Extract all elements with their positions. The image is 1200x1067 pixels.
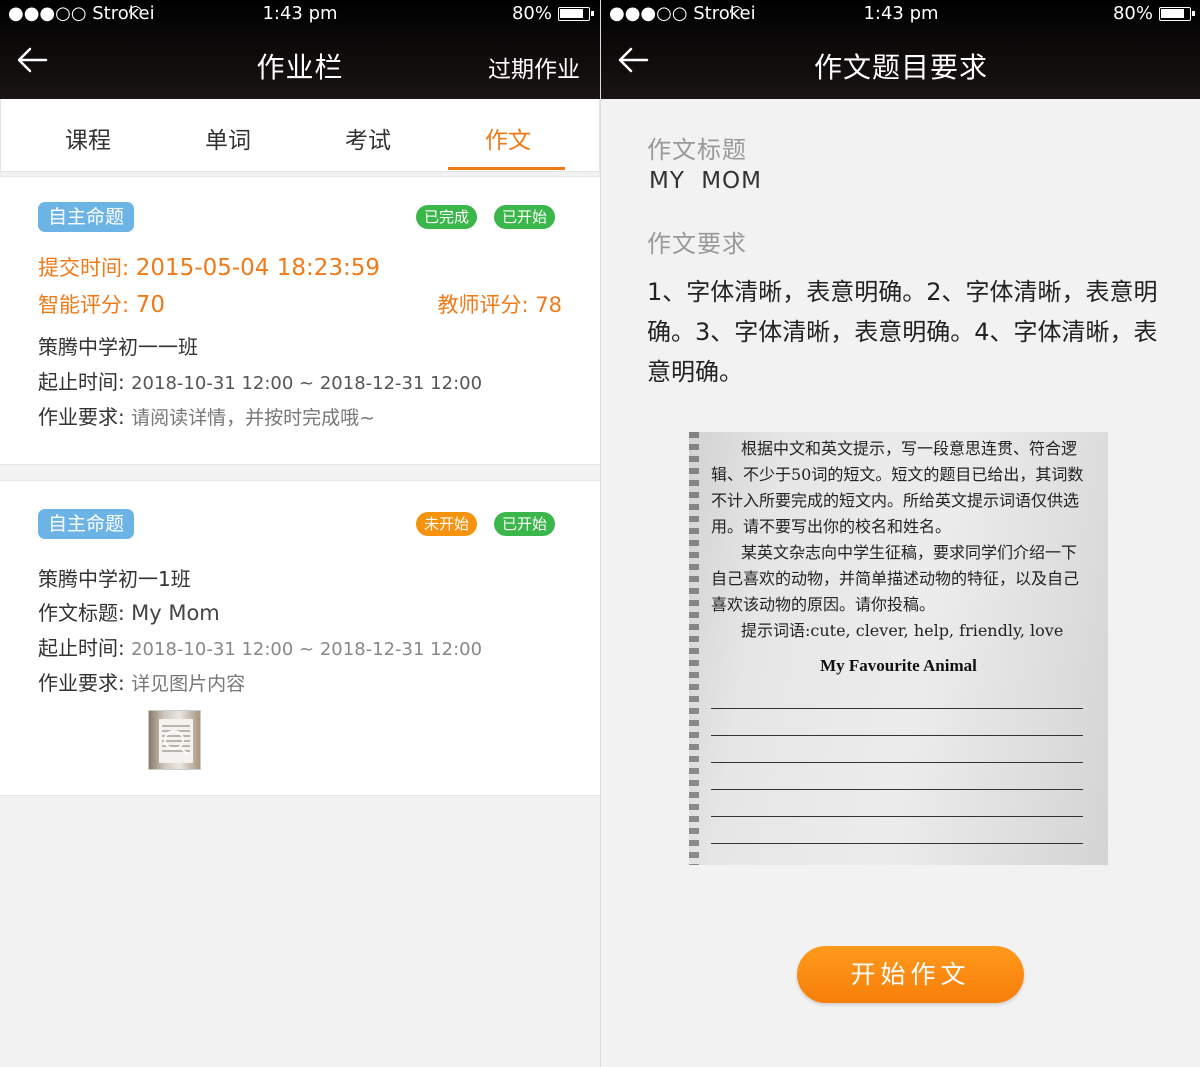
binding-edge (689, 432, 699, 865)
teacher-score-row: 教师评分: 78 (438, 289, 563, 319)
attachment-thumbnail[interactable] (148, 710, 201, 770)
submit-time-label: 提交时间: (38, 256, 130, 280)
start-writing-button[interactable]: 开始作文 (797, 946, 1024, 1003)
class-name: 策腾中学初一1班 (38, 567, 191, 591)
status-badge-started: 已开始 (494, 205, 556, 229)
nav-bar: 作文题目要求 (601, 28, 1200, 99)
teacher-score-value: 78 (535, 293, 562, 317)
photo-hint-words: 提示词语:cute, clever, help, friendly, love (741, 621, 1064, 640)
essay-title-label: 作文标题: (38, 601, 125, 625)
tab-bar: 课程 单词 考试 作文 (0, 99, 600, 172)
writing-line (711, 843, 1083, 844)
battery-percent: 80% (1112, 3, 1153, 24)
homework-card[interactable]: 自主命题 已完成 已开始 提交时间: 2015-05-04 18:23:59 智… (0, 176, 600, 465)
expired-homework-link[interactable]: 过期作业 (488, 50, 580, 84)
submit-time-row: 提交时间: 2015-05-04 18:23:59 (38, 252, 380, 282)
requirement-value: 详见图片内容 (131, 673, 246, 695)
requirement-photo[interactable]: 根据中文和英文提示，写一段意思连贯、符合逻辑、不少于50词的短文。短文的题目已给… (689, 432, 1108, 865)
essay-requirement-text: 1、字体清晰，表意明确。2、字体清晰，表意明确。3、字体清晰，表意明确。4、字体… (647, 278, 1158, 386)
period-row: 起止时间: 2018-10-31 12:00 ~ 2018-12-31 12:0… (38, 632, 482, 661)
tab-words[interactable]: 单词 (205, 121, 251, 155)
ai-score-row: 智能评分: 70 (38, 289, 165, 319)
writing-line (711, 789, 1083, 790)
ai-score-value: 70 (135, 292, 166, 318)
essay-requirement-screen: ●●●○○ Strokei ◠ 1:43 pm 80% 作文题目要求 作文标题 … (600, 0, 1200, 1067)
essay-requirement-label: 作文要求 (647, 230, 747, 258)
status-bar: ●●●○○ Strokei ◠ 1:43 pm 80% (601, 0, 1200, 28)
status-badge-not-started: 未开始 (416, 512, 478, 536)
homework-card[interactable]: 自主命题 未开始 已开始 策腾中学初一1班 作文标题: My Mom 起止时间:… (0, 480, 600, 796)
submit-time-value: 2015-05-04 18:23:59 (135, 255, 381, 281)
requirement-label: 作业要求: (38, 671, 125, 695)
period-label: 起止时间: (38, 636, 125, 660)
homework-list-screen: ●●●○○ Strokei ◠ 1:43 pm 80% 作业栏 过期作业 课程 … (0, 0, 600, 1067)
active-tab-indicator (448, 167, 565, 170)
essay-title-row: 作文标题: My Mom (38, 597, 220, 626)
topic-tag: 自主命题 (38, 509, 135, 539)
essay-title-label: 作文标题 (647, 136, 747, 164)
writing-line (711, 816, 1083, 817)
tab-essay[interactable]: 作文 (485, 121, 531, 155)
period-row: 起止时间: 2018-10-31 12:00 ~ 2018-12-31 12:0… (38, 366, 482, 395)
writing-line (711, 735, 1083, 736)
period-value: 2018-10-31 12:00 ~ 2018-12-31 12:00 (131, 373, 483, 394)
requirement-value: 请阅读详情，并按时完成哦~ (131, 407, 376, 429)
requirement-label: 作业要求: (38, 405, 125, 429)
period-value: 2018-10-31 12:00 ~ 2018-12-31 12:00 (131, 639, 483, 660)
teacher-score-label: 教师评分: (437, 293, 529, 317)
period-label: 起止时间: (38, 370, 125, 394)
requirement-row: 作业要求: 请阅读详情，并按时完成哦~ (38, 401, 375, 430)
photo-paragraph-instructions: 根据中文和英文提示，写一段意思连贯、符合逻辑、不少于50词的短文。短文的题目已给… (711, 439, 1084, 536)
status-badge-started: 已开始 (494, 512, 556, 536)
page-title: 作文题目要求 (813, 51, 988, 84)
photo-heading: My Favourite Animal (820, 656, 977, 675)
top-bar: ●●●○○ Strokei ◠ 1:43 pm 80% 作文题目要求 (601, 0, 1200, 99)
essay-title-value: My Mom (131, 601, 220, 625)
top-bar: ●●●○○ Strokei ◠ 1:43 pm 80% 作业栏 过期作业 (0, 0, 600, 99)
writing-line (711, 708, 1083, 709)
zoom-icon (164, 730, 184, 750)
clock: 1:43 pm (863, 3, 939, 24)
status-bar: ●●●○○ Strokei ◠ 1:43 pm 80% (0, 0, 600, 28)
clock: 1:43 pm (262, 3, 338, 24)
photo-paragraph-task: 某英文杂志向中学生征稿，要求同学们介绍一下自己喜欢的动物，并简单描述动物的特征，… (711, 543, 1080, 614)
ai-score-label: 智能评分: (38, 293, 130, 317)
status-badge-completed: 已完成 (416, 205, 478, 229)
requirement-row: 作业要求: 详见图片内容 (38, 667, 245, 696)
class-name: 策腾中学初一一班 (38, 335, 198, 359)
essay-title-value: MY MOM (649, 168, 762, 194)
nav-bar: 作业栏 过期作业 (0, 28, 600, 99)
photo-text: 根据中文和英文提示，写一段意思连贯、符合逻辑、不少于50词的短文。短文的题目已给… (711, 436, 1091, 644)
battery-icon (1159, 7, 1195, 21)
topic-tag: 自主命题 (38, 202, 135, 232)
battery-icon (558, 7, 594, 21)
battery-percent: 80% (511, 3, 552, 24)
tab-exam[interactable]: 考试 (345, 121, 391, 155)
tab-course[interactable]: 课程 (65, 121, 111, 155)
writing-line (711, 762, 1083, 763)
